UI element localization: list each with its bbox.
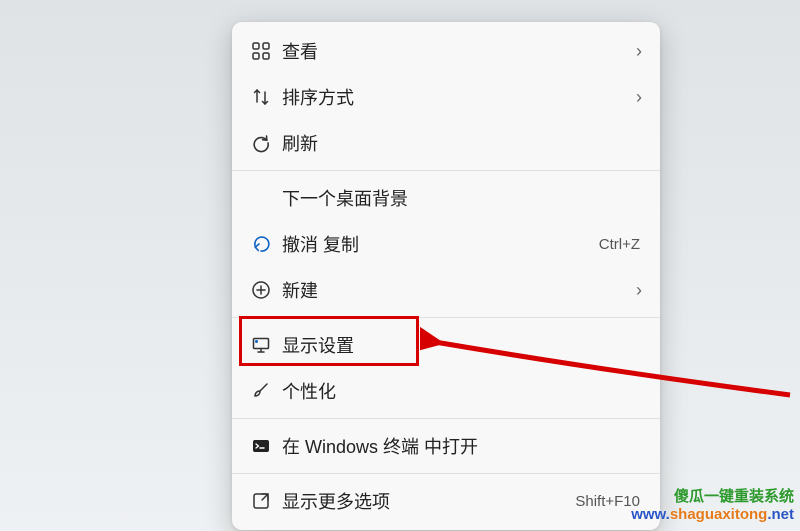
menu-label: 下一个桌面背景 — [282, 185, 642, 211]
menu-item-view[interactable]: 查看 › — [232, 28, 660, 74]
menu-label: 在 Windows 终端 中打开 — [276, 433, 642, 459]
menu-label: 撤消 复制 — [276, 231, 599, 257]
menu-label: 显示更多选项 — [276, 488, 575, 514]
menu-separator — [232, 473, 660, 474]
menu-label: 显示设置 — [276, 332, 642, 358]
menu-separator — [232, 317, 660, 318]
chevron-right-icon: › — [624, 280, 642, 301]
menu-label: 排序方式 — [276, 84, 624, 110]
menu-separator — [232, 170, 660, 171]
menu-item-personalize[interactable]: 个性化 — [232, 368, 660, 414]
menu-item-next-background[interactable]: 下一个桌面背景 — [232, 175, 660, 221]
menu-item-display-settings[interactable]: 显示设置 — [232, 322, 660, 368]
chevron-right-icon: › — [624, 87, 642, 108]
display-icon — [246, 335, 276, 355]
menu-item-refresh[interactable]: 刷新 — [232, 120, 660, 166]
menu-item-undo-copy[interactable]: 撤消 复制 Ctrl+Z — [232, 221, 660, 267]
menu-accelerator: Ctrl+Z — [599, 236, 640, 253]
chevron-right-icon: › — [624, 41, 642, 62]
plus-circle-icon — [246, 280, 276, 300]
brush-icon — [246, 381, 276, 401]
menu-label: 刷新 — [276, 130, 642, 156]
menu-label: 新建 — [276, 277, 624, 303]
terminal-icon — [246, 436, 276, 456]
menu-label: 个性化 — [276, 378, 642, 404]
desktop-context-menu: 查看 › 排序方式 › 刷新 下一个桌面背景 撤消 复制 — [232, 22, 660, 530]
sort-icon — [246, 87, 276, 107]
more-options-icon — [246, 491, 276, 511]
menu-item-more-options[interactable]: 显示更多选项 Shift+F10 — [232, 478, 660, 524]
grid-icon — [246, 41, 276, 61]
refresh-icon — [246, 133, 276, 153]
undo-icon — [246, 234, 276, 254]
menu-label: 查看 — [276, 38, 624, 64]
menu-item-sort[interactable]: 排序方式 › — [232, 74, 660, 120]
menu-item-open-terminal[interactable]: 在 Windows 终端 中打开 — [232, 423, 660, 469]
menu-accelerator: Shift+F10 — [575, 493, 640, 510]
menu-separator — [232, 418, 660, 419]
menu-item-new[interactable]: 新建 › — [232, 267, 660, 313]
